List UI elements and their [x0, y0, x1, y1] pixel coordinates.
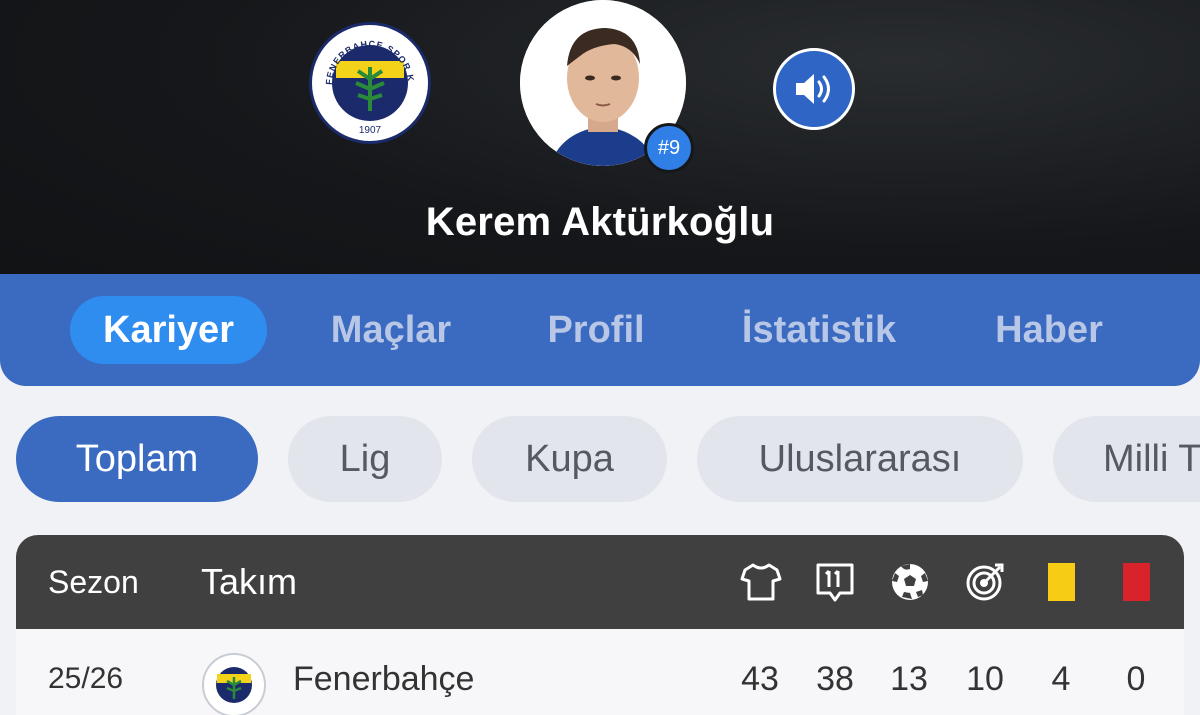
row-team: Fenerbahçe [293, 659, 475, 698]
jersey-icon [740, 561, 782, 603]
table-header: Sezon Takım [16, 535, 1184, 629]
filter-toplam[interactable]: Toplam [16, 416, 258, 502]
career-table: Sezon Takım 25/26 Fenerbahçe 43 38 13 10… [16, 535, 1184, 715]
tab-maclar[interactable]: Maçlar [306, 296, 476, 364]
player-name: Kerem Aktürkoğlu [425, 200, 775, 244]
team-logo [202, 653, 266, 715]
tab-istatistik[interactable]: İstatistik [716, 296, 922, 364]
tabs-bar: Kariyer Maçlar Profil İstatistik Haber [0, 274, 1200, 386]
red-card-icon [1115, 561, 1157, 603]
row-appearances: 43 [741, 659, 779, 698]
starting-eleven-icon [814, 561, 856, 603]
row-yellow-cards: 4 [1051, 659, 1071, 698]
yellow-card-icon [1040, 561, 1082, 603]
football-icon [889, 561, 931, 603]
row-goals: 13 [890, 659, 928, 698]
speaker-icon [796, 74, 830, 104]
header-season: Sezon [48, 563, 139, 600]
tab-profil[interactable]: Profil [527, 296, 665, 364]
header-team: Takım [201, 561, 298, 602]
row-season: 25/26 [48, 662, 124, 695]
filter-lig[interactable]: Lig [288, 416, 442, 502]
target-icon [964, 561, 1006, 603]
table-row[interactable]: 25/26 Fenerbahçe 43 38 13 10 4 0 [16, 629, 1184, 715]
row-assists: 10 [966, 659, 1004, 698]
filter-kupa[interactable]: Kupa [472, 416, 667, 502]
row-starts: 38 [816, 659, 854, 698]
row-red-cards: 0 [1126, 659, 1146, 698]
filter-milli[interactable]: Milli T [1053, 416, 1200, 502]
club-logo[interactable]: FENERBAHÇE SPOR KULÜBÜ 1907 [309, 22, 431, 144]
club-logo-year: 1907 [359, 125, 382, 136]
sound-button[interactable] [773, 48, 855, 130]
shirt-number-badge: #9 [644, 123, 694, 173]
filter-uluslararasi[interactable]: Uluslararası [697, 416, 1023, 502]
tab-kariyer[interactable]: Kariyer [70, 296, 267, 364]
player-header: FENERBAHÇE SPOR KULÜBÜ 1907 [0, 0, 1200, 300]
tab-haber[interactable]: Haber [975, 296, 1123, 364]
player-page: FENERBAHÇE SPOR KULÜBÜ 1907 [0, 0, 1200, 715]
